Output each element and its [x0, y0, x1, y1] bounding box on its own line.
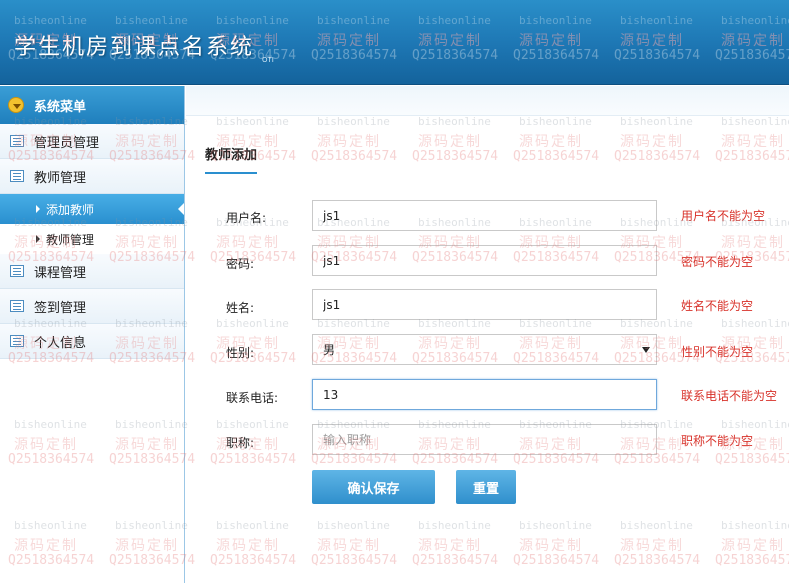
caret-right-icon [36, 235, 40, 243]
sidebar-header-label: 系统菜单 [34, 99, 87, 115]
password-input[interactable] [312, 245, 657, 276]
watermark-text: Q2518364574 [715, 48, 789, 63]
watermark-text: bisheonline [14, 14, 87, 27]
sidebar-subitem-teacher-management[interactable]: 教师管理 [0, 224, 184, 254]
sidebar-subitem-label: 添加教师 [46, 202, 95, 217]
phone-label: 联系电话: [226, 391, 279, 405]
username-label: 用户名: [226, 211, 267, 225]
watermark-text: Q2518364574 [513, 48, 600, 63]
app-title-sub: OTI [262, 56, 274, 64]
watermark-text: 源码定制 [519, 33, 583, 49]
watermark-text: bisheonline [418, 14, 491, 27]
sidebar-item-label: 管理员管理 [34, 135, 100, 151]
password-label: 密码: [226, 257, 255, 271]
watermark-text: bisheonline [620, 14, 693, 27]
sidebar-item-label: 课程管理 [34, 265, 87, 281]
sidebar-item-course-management[interactable]: 课程管理 [0, 254, 184, 289]
sidebar-item-teacher-management[interactable]: 教师管理 [0, 159, 184, 194]
gender-selected-value: 男 [323, 343, 336, 357]
watermark-text: Q2518364574 [311, 48, 398, 63]
watermark-text: bisheonline [721, 14, 789, 27]
app-header: 学生机房到课点名系统 OTI bisheonline 源码定制 Q251836457… [0, 0, 789, 85]
caret-right-icon [36, 205, 40, 213]
chevron-down-icon [8, 97, 24, 113]
list-icon [10, 300, 24, 312]
watermark-text: 源码定制 [620, 33, 684, 49]
sidebar-subitem-add-teacher[interactable]: 添加教师 [0, 194, 184, 224]
gender-select[interactable]: 男 [312, 334, 657, 365]
watermark-text: 源码定制 [317, 33, 381, 49]
name-label: 姓名: [226, 301, 255, 315]
password-error: 密码不能为空 [681, 255, 754, 269]
watermark-text: 源码定制 [418, 33, 482, 49]
gender-error: 性别不能为空 [681, 345, 754, 359]
job-title-input[interactable] [312, 424, 657, 455]
app-title: 学生机房到课点名系统 [14, 35, 255, 60]
watermark-text: bisheonline [317, 14, 390, 27]
watermark-text: 源码定制 [721, 33, 785, 49]
main-content: 教师添加 用户名: 用户名不能为空 密码: 密码不能为空 姓名: 姓名不能为空 … [186, 86, 789, 583]
main-topbar [186, 86, 789, 116]
list-icon [10, 335, 24, 347]
list-icon [10, 265, 24, 277]
sidebar-header[interactable]: 系统菜单 [0, 86, 184, 124]
sidebar-item-admin-management[interactable]: 管理员管理 [0, 124, 184, 159]
save-button[interactable]: 确认保存 [312, 470, 435, 504]
name-error: 姓名不能为空 [681, 299, 754, 313]
phone-input[interactable] [312, 379, 657, 410]
username-error: 用户名不能为空 [681, 209, 766, 223]
watermark-text: bisheonline [519, 14, 592, 27]
name-input[interactable] [312, 289, 657, 320]
watermark-text: Q2518364574 [412, 48, 499, 63]
sidebar-item-label: 签到管理 [34, 300, 87, 316]
sidebar-subitem-label: 教师管理 [46, 232, 95, 247]
sidebar-item-label: 教师管理 [34, 170, 87, 186]
list-icon [10, 170, 24, 182]
chevron-down-icon [642, 346, 650, 353]
sidebar-item-personal-info[interactable]: 个人信息 [0, 324, 184, 359]
sidebar-item-label: 个人信息 [34, 335, 87, 351]
list-icon [10, 135, 24, 147]
watermark-text: bisheonline [216, 14, 289, 27]
username-input[interactable] [312, 200, 657, 231]
watermark-text: bisheonline [115, 14, 188, 27]
reset-button[interactable]: 重置 [456, 470, 516, 504]
job-title-error: 职称不能为空 [681, 434, 754, 448]
tab-teacher-add[interactable]: 教师添加 [205, 144, 258, 174]
sidebar: 系统菜单 管理员管理 教师管理 添加教师 教师管理 课程管理 签到管理 个人信息 [0, 86, 185, 583]
job-title-label: 职称: [226, 436, 255, 450]
watermark-text: Q2518364574 [614, 48, 701, 63]
phone-error: 联系电话不能为空 [681, 389, 778, 403]
sidebar-item-checkin-management[interactable]: 签到管理 [0, 289, 184, 324]
gender-label: 性别: [226, 346, 255, 360]
